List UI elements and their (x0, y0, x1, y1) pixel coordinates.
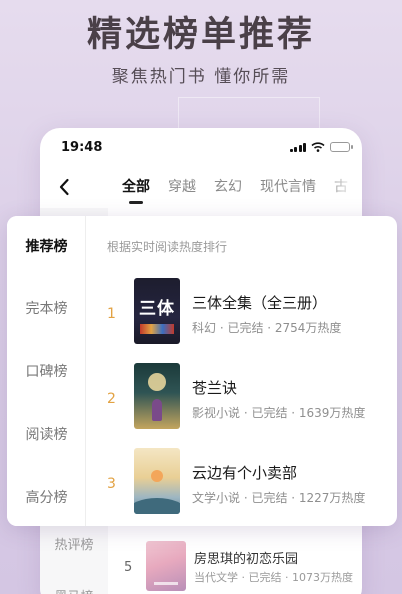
wifi-icon (311, 142, 325, 152)
book-rank: 3 (107, 476, 116, 492)
book-cover (146, 541, 186, 591)
sidebar-item-dark-horse[interactable]: 黑马榜 (40, 586, 108, 594)
tab-fantasy[interactable]: 玄幻 (214, 168, 242, 204)
signal-icon (289, 142, 306, 152)
promo-subtitle: 聚焦热门书 懂你所需 (111, 67, 291, 87)
sidebar-item-reputation[interactable]: 口碑榜 (7, 361, 86, 381)
book-title: 三体全集（全三册） (192, 294, 328, 312)
book-title: 房思琪的初恋乐园 (194, 552, 299, 567)
book-meta: 影视小说 · 已完结 · 1639万热度 (192, 406, 366, 420)
sidebar-item-hot-review[interactable]: 热评榜 (40, 534, 108, 553)
tabs-fade (328, 168, 362, 208)
tab-time-travel[interactable]: 穿越 (168, 168, 196, 204)
book-title: 苍兰诀 (192, 379, 238, 397)
book-cover (134, 448, 180, 514)
book-rank: 5 (124, 560, 133, 575)
status-bar: 19:48 (40, 128, 362, 168)
book-meta: 当代文学 · 已完结 · 1073万热度 (194, 571, 353, 584)
battery-icon (330, 142, 353, 152)
tab-all[interactable]: 全部 (122, 168, 150, 204)
ranking-sidebar: 推荐榜 完本榜 口碑榜 阅读榜 高分榜 (7, 216, 86, 526)
sidebar-item-recommended[interactable]: 推荐榜 (7, 236, 86, 256)
status-icons (289, 142, 353, 152)
ranking-panel: 推荐榜 完本榜 口碑榜 阅读榜 高分榜 根据实时阅读热度排行 1 三体 三体全集… (7, 216, 397, 526)
book-cover (134, 363, 180, 429)
back-button[interactable] (54, 176, 74, 198)
sidebar-item-reading[interactable]: 阅读榜 (7, 424, 86, 444)
book-meta: 文学小说 · 已完结 · 1227万热度 (192, 491, 366, 505)
top-nav: 全部 穿越 玄幻 现代言情 古 (40, 168, 362, 208)
ranking-heading: 根据实时阅读热度排行 (107, 240, 228, 254)
book-cover: 三体 (134, 278, 180, 344)
list-item[interactable]: 5 房思琪的初恋乐园 当代文学 · 已完结 · 1073万热度 (108, 538, 362, 594)
book-rank: 1 (107, 306, 116, 322)
book-meta: 科幻 · 已完结 · 2754万热度 (192, 321, 342, 335)
tab-modern-romance[interactable]: 现代言情 (260, 168, 316, 204)
list-item[interactable]: 3 云边有个小卖部 文学小说 · 已完结 · 1227万热度 (86, 448, 397, 518)
list-item[interactable]: 2 苍兰诀 影视小说 · 已完结 · 1639万热度 (86, 363, 397, 433)
chevron-left-icon (59, 178, 69, 196)
book-rank: 2 (107, 391, 116, 407)
cover-title: 三体 (139, 299, 175, 319)
sidebar-item-high-score[interactable]: 高分榜 (7, 487, 86, 507)
status-time: 19:48 (61, 140, 103, 155)
book-title: 云边有个小卖部 (192, 464, 298, 482)
category-tabs: 全部 穿越 玄幻 现代言情 古 (122, 168, 362, 204)
sidebar-item-completed[interactable]: 完本榜 (7, 298, 86, 318)
list-item[interactable]: 1 三体 三体全集（全三册） 科幻 · 已完结 · 2754万热度 (86, 278, 397, 348)
promo-title: 精选榜单推荐 (86, 15, 315, 55)
